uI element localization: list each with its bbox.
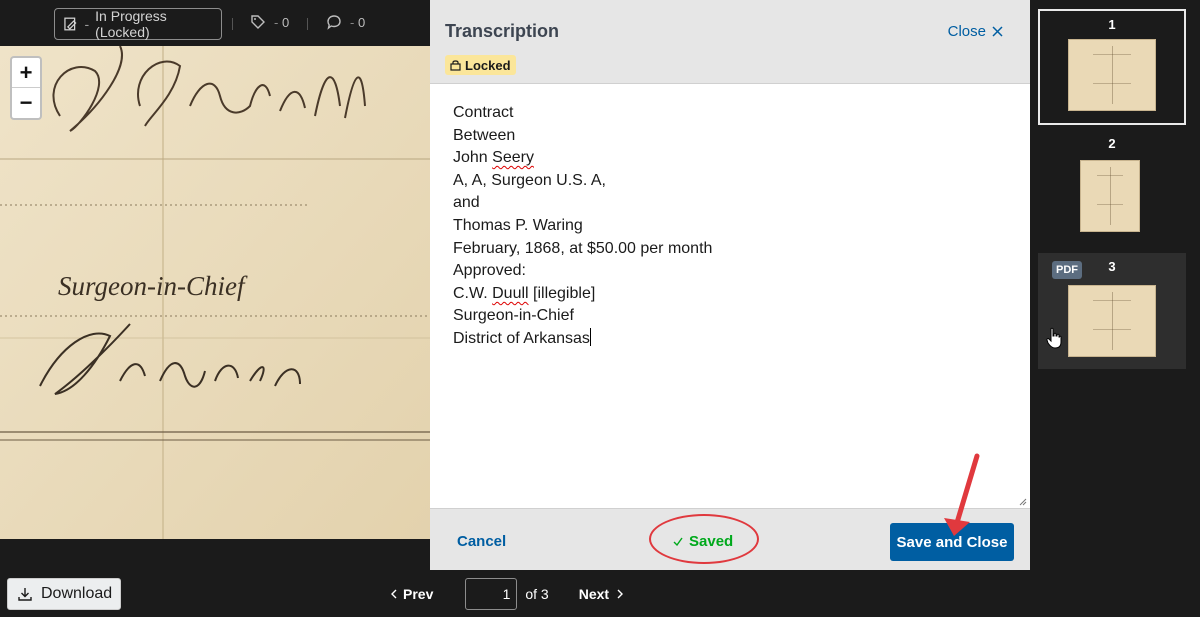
thumbnail-page-1[interactable]: 1 — [1038, 9, 1186, 125]
lock-icon — [450, 60, 461, 71]
close-label: Close — [947, 23, 986, 40]
thumbnail-number: 2 — [1108, 136, 1116, 151]
hand-cursor-icon — [1046, 327, 1062, 349]
panel-header: Transcription Close Locked — [430, 0, 1030, 84]
tag-icon — [251, 15, 265, 29]
locked-badge: Locked — [445, 55, 516, 75]
tag-count: 0 — [281, 14, 290, 30]
transcription-line: District of Arkansas — [453, 327, 591, 347]
edit-lock-icon — [64, 17, 77, 31]
page-number-input[interactable] — [465, 578, 518, 610]
save-and-close-button[interactable]: Save and Close — [890, 523, 1014, 561]
panel-title: Transcription — [445, 21, 560, 41]
thumbnail-image — [1068, 285, 1156, 357]
zoom-control: + − — [10, 56, 42, 120]
document-handwriting: Surgeon-in-Chief — [58, 271, 248, 301]
thumbnail-page-2[interactable]: 2 — [1038, 130, 1186, 246]
comment-icon — [327, 15, 341, 30]
chevron-right-icon — [617, 589, 624, 599]
resize-handle-icon[interactable] — [1017, 496, 1027, 506]
next-label: Next — [578, 586, 610, 602]
close-button[interactable]: Close — [948, 23, 1003, 40]
status-button[interactable]: - In Progress (Locked) — [54, 8, 222, 40]
download-button[interactable]: Download — [7, 578, 121, 610]
transcription-line: Surgeon-in-Chief — [453, 307, 574, 325]
toolbar-divider — [232, 18, 233, 30]
bottom-bar: Download Prev of 3 Next — [0, 570, 1030, 617]
thumbnail-number: 3 — [1108, 259, 1116, 274]
checkmark-icon — [673, 537, 683, 546]
page-count: of 3 — [525, 586, 549, 602]
transcription-line: Approved: — [453, 262, 526, 280]
spellcheck-word: Duull — [492, 284, 529, 302]
pagination: Prev of 3 Next — [390, 578, 624, 610]
close-icon — [992, 26, 1003, 37]
transcription-line: C.W. Duull [illegible] — [453, 284, 596, 302]
next-button[interactable]: Next — [579, 586, 624, 602]
prev-label: Prev — [403, 586, 434, 602]
text-caret — [589, 327, 591, 346]
download-icon — [18, 588, 32, 601]
status-label: In Progress (Locked) — [95, 8, 167, 40]
transcription-line: February, 1868, at $50.00 per month — [453, 239, 713, 257]
thumbnail-image — [1080, 160, 1140, 232]
locked-label: Locked — [465, 57, 511, 73]
document-image[interactable]: Surgeon-in-Chief — [0, 46, 430, 539]
transcription-app: - In Progress (Locked) - 0 - 0 Surgeon-i… — [0, 0, 1200, 617]
saved-label: Saved — [689, 533, 734, 550]
transcription-line: Between — [453, 126, 516, 144]
thumbnail-page-3[interactable]: PDF 3 — [1038, 253, 1186, 369]
saved-status: Saved — [673, 533, 733, 550]
viewer-toolbar: - In Progress (Locked) - 0 - 0 — [0, 0, 430, 46]
status-dash: - — [84, 16, 90, 32]
spellcheck-word: Seery — [492, 149, 534, 167]
transcription-line: Thomas P. Waring — [453, 216, 583, 234]
transcription-textarea[interactable]: Contract Between John Seery A, A, Surgeo… — [430, 84, 1030, 508]
transcription-panel: Transcription Close Locked Contract Betw… — [430, 0, 1030, 570]
transcription-line: A, A, Surgeon U.S. A, — [453, 171, 606, 189]
prev-button[interactable]: Prev — [390, 586, 433, 602]
thumbnail-sidebar: 1 2 PDF 3 — [1030, 0, 1200, 617]
tags-button[interactable]: - 0 — [250, 14, 289, 30]
thumbnail-number: 1 — [1108, 17, 1116, 32]
chevron-left-icon — [391, 589, 397, 599]
comment-count: 0 — [357, 14, 366, 30]
toolbar-divider — [307, 18, 308, 30]
download-label: Download — [41, 585, 113, 602]
zoom-in-button[interactable]: + — [12, 58, 40, 88]
document-viewer: - In Progress (Locked) - 0 - 0 Surgeon-i… — [0, 0, 430, 617]
transcription-line: and — [453, 194, 480, 212]
comments-button[interactable]: - 0 — [326, 14, 365, 30]
panel-footer: Cancel Saved Save and Close — [430, 508, 1030, 570]
document-scan: Surgeon-in-Chief — [0, 46, 430, 539]
thumbnail-image — [1068, 39, 1156, 111]
transcription-line: John Seery — [453, 149, 534, 167]
cancel-button[interactable]: Cancel — [457, 533, 506, 550]
transcription-line: Contract — [453, 104, 514, 121]
zoom-out-button[interactable]: − — [12, 88, 40, 118]
